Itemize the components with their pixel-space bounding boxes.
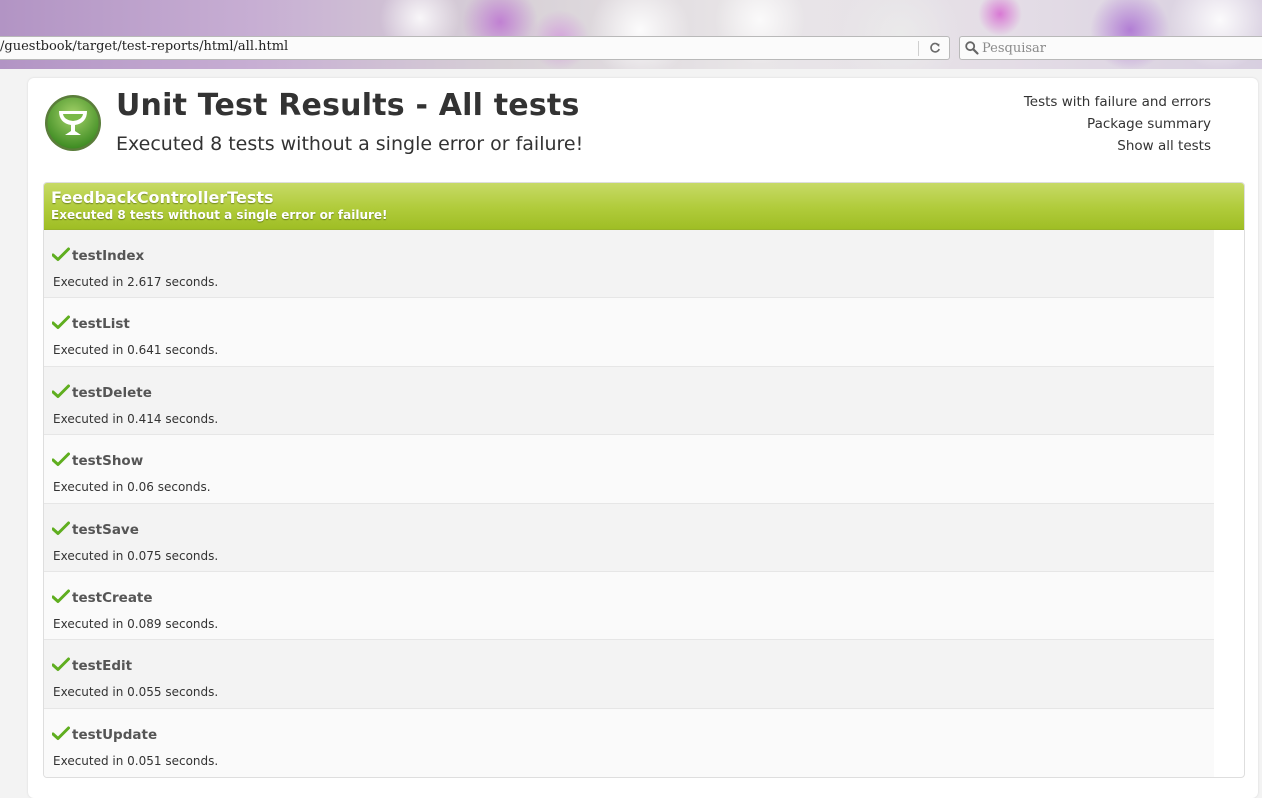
test-row: testUpdate Executed in 0.051 seconds.: [44, 708, 1214, 777]
check-icon: [51, 726, 70, 741]
reload-icon[interactable]: [923, 38, 947, 58]
test-time: Executed in 0.055 seconds.: [53, 685, 219, 700]
nav-link-package-summary[interactable]: Package summary: [1024, 113, 1211, 135]
grails-trophy-icon: [44, 94, 102, 152]
nav-link-failures[interactable]: Tests with failure and errors: [1024, 91, 1211, 113]
nav-link-all-tests[interactable]: Show all tests: [1024, 135, 1211, 157]
suite-summary: Executed 8 tests without a single error …: [51, 208, 388, 222]
magnifier-icon: [964, 40, 980, 56]
test-name: testCreate: [72, 589, 153, 606]
test-row: testList Executed in 0.641 seconds.: [44, 298, 1214, 367]
check-icon: [51, 315, 70, 330]
test-name: testEdit: [72, 658, 133, 675]
test-name: testUpdate: [72, 726, 158, 743]
test-time: Executed in 0.075 seconds.: [53, 548, 219, 563]
check-icon: [51, 247, 70, 262]
search-input[interactable]: [982, 38, 1252, 58]
test-row: testSave Executed in 0.075 seconds.: [44, 503, 1214, 572]
page-title: Unit Test Results - All tests: [116, 88, 580, 123]
test-time: Executed in 0.089 seconds.: [53, 616, 219, 631]
test-name: testIndex: [72, 248, 145, 264]
test-name: testDelete: [72, 384, 152, 401]
test-row: testIndex Executed in 2.617 seconds.: [44, 230, 1214, 299]
test-list: testIndex Executed in 2.617 seconds. tes…: [44, 230, 1214, 777]
test-row: testShow Executed in 0.06 seconds.: [44, 435, 1214, 504]
check-icon: [51, 384, 70, 399]
suite-header: FeedbackControllerTests Executed 8 tests…: [44, 183, 1244, 230]
test-name: testShow: [72, 453, 144, 470]
report-nav: Tests with failure and errors Package su…: [1024, 91, 1211, 157]
check-icon: [51, 589, 70, 604]
check-icon: [51, 521, 70, 536]
test-suite: FeedbackControllerTests Executed 8 tests…: [43, 182, 1245, 778]
test-row: testEdit Executed in 0.055 seconds.: [44, 640, 1214, 709]
test-time: Executed in 0.051 seconds.: [53, 753, 219, 768]
test-time: Executed in 0.641 seconds.: [53, 343, 219, 358]
check-icon: [51, 452, 70, 467]
test-row: testDelete Executed in 0.414 seconds.: [44, 366, 1214, 436]
search-box[interactable]: [959, 36, 1262, 60]
test-row: testCreate Executed in 0.089 seconds.: [44, 571, 1214, 641]
test-name: testSave: [72, 521, 139, 538]
test-time: Executed in 0.06 seconds.: [53, 480, 211, 495]
address-bar-divider: [918, 41, 919, 56]
browser-toolbar: /guestbook/target/test-reports/html/all.…: [0, 0, 1262, 69]
test-time: Executed in 0.414 seconds.: [53, 411, 219, 426]
test-time: Executed in 2.617 seconds.: [53, 275, 219, 289]
suite-name: FeedbackControllerTests: [51, 188, 274, 207]
url-text[interactable]: /guestbook/target/test-reports/html/all.…: [0, 39, 288, 54]
check-icon: [51, 657, 70, 672]
test-name: testList: [72, 316, 130, 333]
address-bar[interactable]: /guestbook/target/test-reports/html/all.…: [0, 36, 950, 60]
page-subtitle: Executed 8 tests without a single error …: [116, 133, 584, 155]
